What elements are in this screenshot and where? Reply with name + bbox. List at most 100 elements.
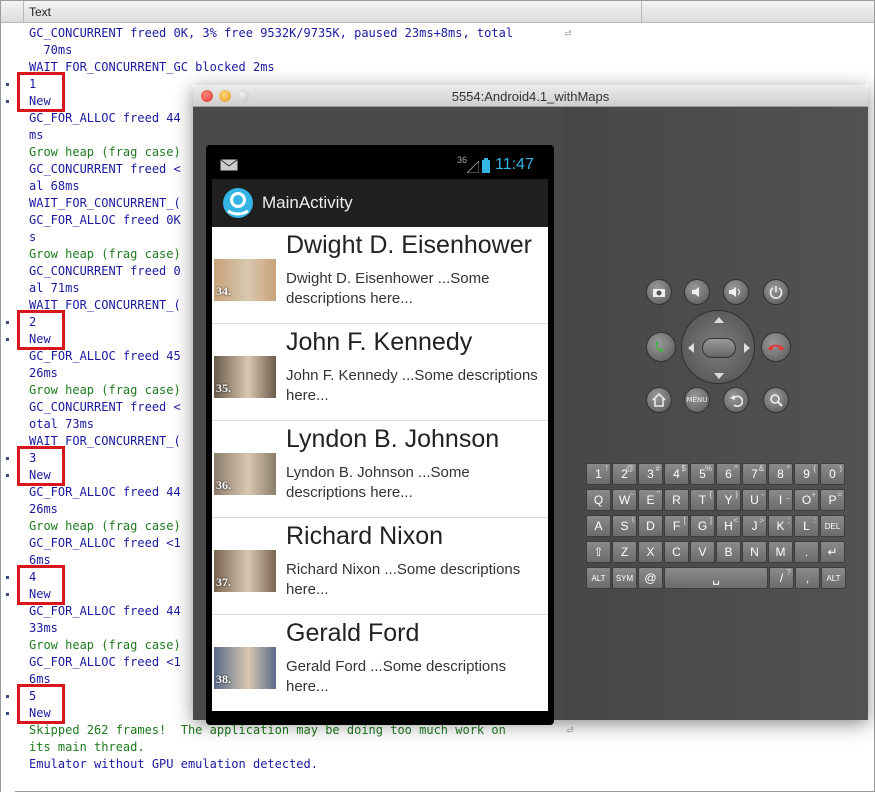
key-row3-2[interactable]: D xyxy=(638,515,663,537)
key-row5-0[interactable]: ALT xyxy=(586,567,611,589)
key-row5-3[interactable]: ␣ xyxy=(664,567,768,589)
log-line: its main thread. xyxy=(29,740,145,754)
key-row3-6[interactable]: J > xyxy=(742,515,767,537)
key-row4-2[interactable]: X xyxy=(638,541,663,563)
search-button[interactable] xyxy=(763,387,789,413)
gutter-marker xyxy=(6,338,9,341)
key-row4-8[interactable]: . xyxy=(794,541,819,563)
log-line: GC_CONCURRENT freed 0 xyxy=(29,264,181,278)
key-row1-6[interactable]: 7 & xyxy=(742,463,767,485)
president-thumbnail: 37. xyxy=(214,550,276,592)
key-row2-9[interactable]: P = xyxy=(820,489,845,511)
list-item[interactable]: 34. Dwight D. Eisenhower Dwight D. Eisenho… xyxy=(212,227,548,324)
list-item[interactable]: 35. John F. Kennedy John F. Kennedy ...Som… xyxy=(212,324,548,421)
key-row4-3[interactable]: C xyxy=(664,541,689,563)
device-screen[interactable]: 36 11:47 MainActivity 34. Dwight D. Eisen… xyxy=(212,151,548,711)
call-button[interactable] xyxy=(646,332,676,362)
dpad[interactable] xyxy=(681,310,755,384)
key-row2-6[interactable]: U- xyxy=(742,489,767,511)
highlight-box xyxy=(17,446,65,486)
key-row4-5[interactable]: B xyxy=(716,541,741,563)
key-row3-7[interactable]: K; xyxy=(768,515,793,537)
key-row4-6[interactable]: N xyxy=(742,541,767,563)
highlight-box xyxy=(17,565,65,605)
key-row3-4[interactable]: G] xyxy=(690,515,715,537)
key-label: / xyxy=(779,571,784,585)
key-row3-1[interactable]: S \ xyxy=(612,515,637,537)
key-row2-1[interactable]: W ~ xyxy=(612,489,637,511)
key-row4-7[interactable]: M xyxy=(768,541,793,563)
volume-down-button[interactable] xyxy=(684,279,710,305)
text-column-label: Text xyxy=(29,5,52,19)
home-button[interactable] xyxy=(646,387,672,413)
key-alt-label: " xyxy=(657,490,660,499)
key-label: H xyxy=(724,519,733,533)
gutter-marker xyxy=(6,83,9,86)
key-row1-8[interactable]: 9( xyxy=(794,463,819,485)
camera-button[interactable] xyxy=(646,279,672,305)
key-row4-4[interactable]: V xyxy=(690,541,715,563)
key-row2-7[interactable]: I _ xyxy=(768,489,793,511)
log-column-header[interactable]: Text xyxy=(1,1,874,23)
log-line: GC_FOR_ALLOC freed <1 xyxy=(29,655,181,669)
key-row4-1[interactable]: Z xyxy=(612,541,637,563)
list-item[interactable]: 37. Richard Nixon Richard Nixon ...Some de… xyxy=(212,518,548,615)
end-call-button[interactable] xyxy=(761,332,791,362)
key-row2-8[interactable]: O + xyxy=(794,489,819,511)
emulator-control-panel xyxy=(563,107,868,720)
key-row2-5[interactable]: Y} xyxy=(716,489,741,511)
key-row3-0[interactable]: A xyxy=(586,515,611,537)
emulator-title-bar[interactable]: 5554:Android4.1_withMaps xyxy=(193,85,868,107)
log-line: GC_FOR_ALLOC freed 44 xyxy=(29,604,181,618)
key-row2-4[interactable]: T{ xyxy=(690,489,715,511)
president-description: Dwight D. Eisenhower ...Some description… xyxy=(286,270,490,307)
key-row5-6[interactable]: ALT xyxy=(821,567,846,589)
power-button[interactable] xyxy=(763,279,789,305)
key-row3-9[interactable]: DEL xyxy=(820,515,845,537)
key-row1-9[interactable]: 0) xyxy=(820,463,845,485)
emulator-title: 5554:Android4.1_withMaps xyxy=(451,89,610,104)
log-line: GC_FOR_ALLOC freed 44 xyxy=(29,111,181,125)
app-icon[interactable] xyxy=(222,187,254,219)
key-alt-label: { xyxy=(709,490,712,499)
key-alt-label: ^ xyxy=(734,464,738,473)
key-row1-7[interactable]: 8 * xyxy=(768,463,793,485)
key-row5-2[interactable]: @ xyxy=(638,567,663,589)
key-row2-2[interactable]: E " xyxy=(638,489,663,511)
president-name: Lyndon B. Johnson xyxy=(286,425,500,453)
list-item[interactable]: 36. Lyndon B. Johnson Lyndon B. Johnson ..… xyxy=(212,421,548,518)
key-row1-5[interactable]: 6 ^ xyxy=(716,463,741,485)
log-line: 26ms xyxy=(29,502,58,516)
log-line: GC_FOR_ALLOC freed 45 xyxy=(29,349,181,363)
key-row2-0[interactable]: Q xyxy=(586,489,611,511)
key-row4-0[interactable]: ⇧ xyxy=(586,541,611,563)
key-label: 6 xyxy=(725,467,732,481)
log-line: al 68ms xyxy=(29,179,80,193)
key-row1-4[interactable]: 5% xyxy=(690,463,715,485)
volume-down-icon xyxy=(692,287,699,297)
key-row1-2[interactable]: 3 # xyxy=(638,463,663,485)
list-item[interactable]: 38. Gerald Ford Gerald Ford ...Some descri… xyxy=(212,615,548,711)
key-row1-1[interactable]: 2 @ xyxy=(612,463,637,485)
key-row5-1[interactable]: SYM xyxy=(612,567,637,589)
president-description: Gerald Ford ...Some descriptions here... xyxy=(286,658,507,695)
key-alt-label: @ xyxy=(625,464,634,473)
key-row5-5[interactable]: , xyxy=(795,567,820,589)
key-alt-label: } xyxy=(735,490,738,499)
key-row3-3[interactable]: F[ xyxy=(664,515,689,537)
log-line: al 71ms xyxy=(29,281,80,295)
log-line: WAIT_FOR_CONCURRENT_( xyxy=(29,196,181,210)
key-row3-5[interactable]: H < xyxy=(716,515,741,537)
key-row4-9[interactable]: ↵ xyxy=(820,541,845,563)
log-line: Grow heap (frag case) xyxy=(29,247,181,261)
key-row3-8[interactable]: L: xyxy=(794,515,819,537)
key-label: . xyxy=(804,545,809,559)
key-row1-3[interactable]: 4 $ xyxy=(664,463,689,485)
back-button[interactable] xyxy=(723,387,749,413)
key-row1-0[interactable]: 1! xyxy=(586,463,611,485)
menu-button[interactable]: MENU xyxy=(684,387,710,413)
camera-icon xyxy=(653,289,665,297)
volume-up-button[interactable] xyxy=(723,279,749,305)
key-row2-3[interactable]: R xyxy=(664,489,689,511)
key-row5-4[interactable]: /? xyxy=(769,567,794,589)
